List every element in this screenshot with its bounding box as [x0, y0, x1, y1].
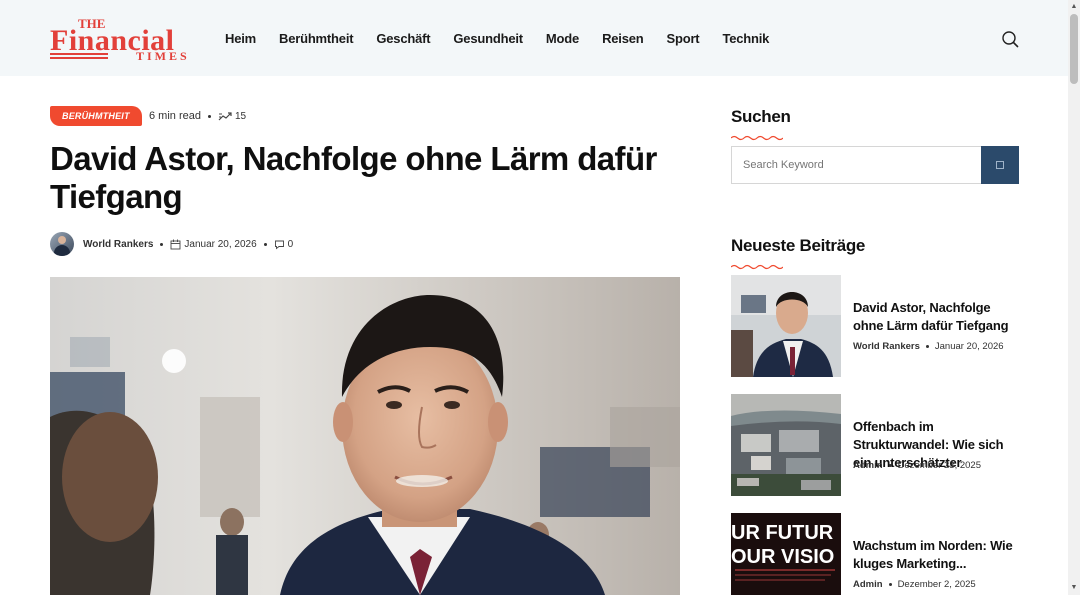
recent-post-date: Januar 20, 2026 [934, 341, 1004, 352]
search-icon[interactable] [1001, 30, 1019, 48]
view-count: 15 [234, 110, 247, 122]
recent-post-item[interactable]: Offenbach im Strukturwandel: Wie sich ei… [731, 394, 1021, 496]
meta-separator [160, 242, 164, 246]
meta-separator [925, 345, 929, 348]
nav-item-sport[interactable]: Sport [667, 31, 700, 46]
heading-underline [731, 135, 783, 141]
nav-item-gesundheit[interactable]: Gesundheit [453, 31, 523, 46]
svg-text:TIMES: TIMES [136, 49, 190, 63]
calendar-icon [170, 239, 181, 249]
recent-posts-heading: Neueste Beiträge [731, 236, 866, 255]
scroll-thumb[interactable] [1070, 14, 1078, 84]
recent-post-date: Dezember 2, 2025 [897, 579, 976, 590]
publish-date: Januar 20, 2026 [184, 238, 257, 250]
search-submit-button[interactable] [981, 146, 1019, 184]
svg-text:UR FUTUR: UR FUTUR [731, 522, 834, 544]
recent-post-thumbnail[interactable] [731, 275, 841, 377]
recent-post-item[interactable]: David Astor, Nachfolge ohne Lärm dafür T… [731, 275, 1021, 377]
site-header: THE Financial TIMES Heim Berühmtheit Ges… [0, 0, 1068, 76]
article-read-meta: 6 min read 15 [149, 110, 246, 122]
search-button-icon [996, 161, 1004, 169]
nav-item-mode[interactable]: Mode [546, 31, 579, 46]
comment-count[interactable]: 0 [288, 239, 294, 250]
page-scrollbar[interactable]: ▲ ▼ [1068, 0, 1080, 595]
meta-separator [263, 242, 267, 246]
avatar[interactable] [50, 232, 74, 256]
nav-item-beruehmtheit[interactable]: Berühmtheit [279, 31, 354, 46]
recent-post-author[interactable]: Admin [853, 460, 883, 471]
meta-separator [207, 114, 211, 118]
nav-item-reisen[interactable]: Reisen [602, 31, 644, 46]
recent-post-meta: World Rankers Januar 20, 2026 [853, 341, 1004, 352]
recent-post-date: Dezember 23, 2025 [897, 460, 982, 471]
category-badge[interactable]: BERÜHMTHEIT [50, 106, 142, 126]
site-logo[interactable]: THE Financial TIMES [50, 14, 200, 64]
comment-icon[interactable] [274, 239, 285, 250]
main-nav: Heim Berühmtheit Geschäft Gesundheit Mod… [225, 31, 792, 46]
search-heading: Suchen [731, 107, 791, 126]
recent-post-title[interactable]: Wachstum im Norden: Wie kluges Marketing… [853, 537, 1023, 573]
svg-text:OUR VISIO: OUR VISIO [731, 546, 834, 568]
article-hero-image [50, 277, 680, 595]
recent-post-meta: Admin Dezember 23, 2025 [853, 460, 981, 471]
read-time: 6 min read [149, 110, 201, 122]
heading-underline [731, 264, 783, 270]
meta-separator [888, 464, 892, 467]
meta-separator [888, 583, 892, 586]
trending-icon [218, 111, 232, 120]
search-input[interactable] [731, 146, 981, 184]
recent-post-thumbnail[interactable]: UR FUTUR OUR VISIO [731, 513, 841, 595]
recent-post-author[interactable]: World Rankers [853, 341, 920, 352]
nav-item-geschaeft[interactable]: Geschäft [376, 31, 430, 46]
article-title: David Astor, Nachfolge ohne Lärm dafür T… [50, 140, 657, 215]
recent-post-meta: Admin Dezember 2, 2025 [853, 579, 976, 590]
nav-item-technik[interactable]: Technik [722, 31, 769, 46]
scroll-down-arrow-icon[interactable]: ▼ [1068, 583, 1080, 593]
nav-item-heim[interactable]: Heim [225, 31, 256, 46]
scroll-up-arrow-icon[interactable]: ▲ [1068, 2, 1080, 12]
author-name[interactable]: World Rankers [83, 239, 153, 250]
recent-post-title[interactable]: David Astor, Nachfolge ohne Lärm dafür T… [853, 299, 1023, 335]
recent-post-author[interactable]: Admin [853, 579, 883, 590]
recent-post-thumbnail[interactable] [731, 394, 841, 496]
recent-post-item[interactable]: UR FUTUR OUR VISIO Wachstum im Norden: W… [731, 513, 1021, 595]
author-row: World Rankers Januar 20, 2026 0 [50, 232, 293, 256]
